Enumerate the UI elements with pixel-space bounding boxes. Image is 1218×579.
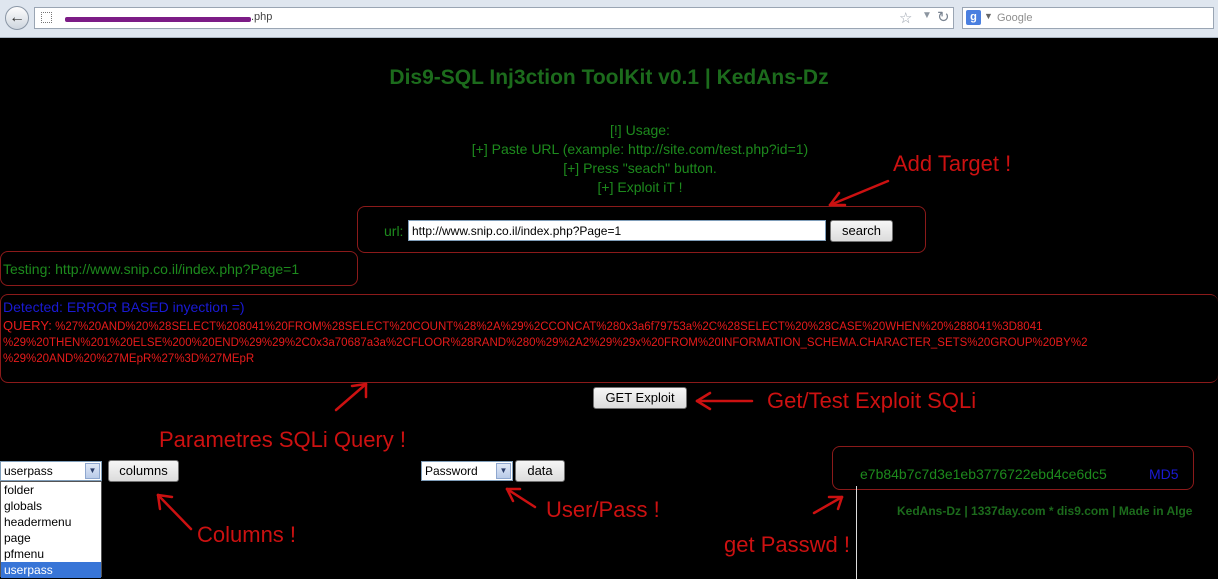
arrow-icon [156,493,193,531]
arrow-icon [334,382,368,412]
arrow-icon [505,487,537,509]
arrow-icon [695,391,754,411]
arrow-icon [828,179,890,207]
arrow-icon [812,495,844,515]
annotation-arrows [156,179,890,531]
